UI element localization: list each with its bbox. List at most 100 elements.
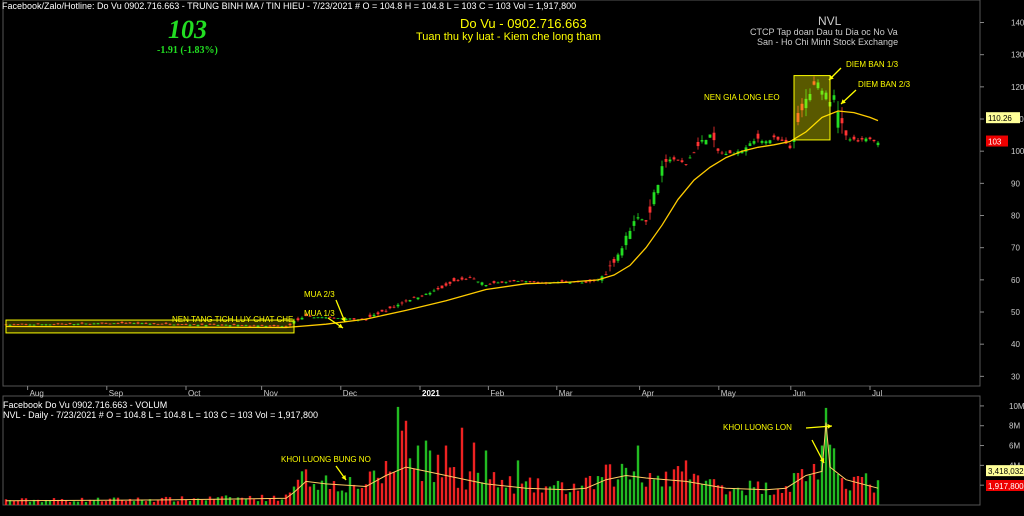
candle-body (848, 139, 852, 141)
volume-bar (876, 480, 880, 505)
volume-bar (800, 469, 804, 505)
month-label: Sep (109, 389, 124, 398)
branding-motto: Tuan thu ky luat - Kiem che long tham (416, 31, 601, 43)
candle-body (300, 317, 304, 320)
volume-bar (124, 500, 128, 505)
candle-body (368, 314, 372, 317)
volume-bar (328, 488, 332, 505)
price-axis-label: 90 (1011, 179, 1020, 188)
candle-body (504, 281, 508, 283)
candle-body (788, 145, 792, 149)
volume-bar (320, 480, 324, 505)
volume-bar (848, 490, 852, 505)
price-axis-label: 60 (1011, 276, 1020, 285)
volume-bar (396, 406, 400, 505)
candle-body (388, 306, 392, 309)
price-axis-label: 130 (1011, 51, 1024, 60)
volume-bar (276, 500, 280, 505)
volume-bar (24, 498, 28, 505)
candle-body (680, 160, 684, 163)
candle-body (416, 297, 420, 300)
volume-bar (20, 498, 24, 505)
volume-bar (492, 472, 496, 505)
volume-bar (120, 500, 124, 505)
price-axis-label: 50 (1011, 308, 1020, 317)
volume-bar (604, 464, 608, 505)
month-label: Mar (559, 389, 573, 398)
volume-bar (480, 482, 484, 505)
candle-body (472, 278, 476, 280)
volume-bar (496, 487, 500, 505)
price-axis-label: 80 (1011, 212, 1020, 221)
volume-bar (560, 482, 564, 505)
candle-body (840, 118, 844, 124)
branding-name: Do Vu - 0902.716.663 (460, 16, 587, 31)
volume-bar (300, 471, 304, 505)
volume-bar (472, 442, 476, 505)
candle-body (384, 310, 388, 312)
volume-bar (316, 489, 320, 505)
volume-bar (552, 485, 556, 505)
price-change: -1.91 (-1.83%) (157, 45, 218, 56)
volume-bar (304, 469, 308, 505)
volume-bar (864, 473, 868, 505)
volume-bar (60, 498, 64, 505)
candle-body (640, 219, 644, 221)
volume-bar (796, 472, 800, 505)
candle-body (452, 278, 456, 282)
candle-body (644, 220, 648, 222)
volume-bar (220, 496, 224, 505)
candle-body (764, 141, 768, 144)
volume-bar (644, 486, 648, 505)
candle-body (440, 285, 444, 289)
volume-bar (28, 501, 32, 505)
volume-bar (176, 501, 180, 505)
candle-body (832, 95, 836, 100)
volume-bar (72, 501, 76, 505)
volume-bar (156, 500, 160, 505)
volume-bar (672, 469, 676, 505)
candle-body (660, 166, 664, 176)
volume-bar (364, 484, 368, 505)
volume-bar (680, 471, 684, 505)
volume-bar (464, 489, 468, 505)
exchange-name: San - Ho Chi Minh Stock Exchange (757, 37, 899, 47)
volume-bar (224, 495, 228, 505)
stock-chart: 304050607080901001101201301402M4M6M8M10M… (2, 0, 1024, 506)
price-axis-label: 70 (1011, 244, 1020, 253)
volume-bar (820, 445, 824, 505)
volume-bar (528, 477, 532, 505)
volume-bar (736, 487, 740, 505)
candle-body (876, 142, 880, 146)
candle-body (704, 139, 708, 145)
volume-bar (296, 479, 300, 505)
volume-bar (68, 501, 72, 505)
volume-bar (816, 479, 820, 505)
volume-bar (404, 420, 408, 505)
candle-body (688, 157, 692, 159)
volume-bar (188, 500, 192, 505)
candle-body (392, 306, 396, 308)
candle-body (408, 300, 412, 302)
volume-bar (840, 478, 844, 505)
volume-bar (112, 497, 116, 505)
volume-bar (460, 427, 464, 505)
volume-bar (340, 490, 344, 505)
candle-body (404, 300, 408, 302)
volume-bar (428, 450, 432, 505)
candle-body (648, 206, 652, 213)
volume-bar (784, 486, 788, 505)
candle-body (444, 283, 448, 286)
volume-bar (324, 475, 328, 505)
volume-bar (776, 489, 780, 505)
volume-bar (500, 479, 504, 505)
volume-bar (860, 476, 864, 505)
volume-bar (372, 470, 376, 505)
volume-bar (808, 475, 812, 505)
volume-bar (592, 489, 596, 505)
annotation-khoi-bung-no: KHOI LUONG BUNG NO (281, 455, 371, 464)
volume-bar (360, 488, 364, 505)
volume-bar (392, 472, 396, 505)
volume-bar (540, 492, 544, 505)
ma-price-badge: 110.26 (988, 114, 1012, 123)
